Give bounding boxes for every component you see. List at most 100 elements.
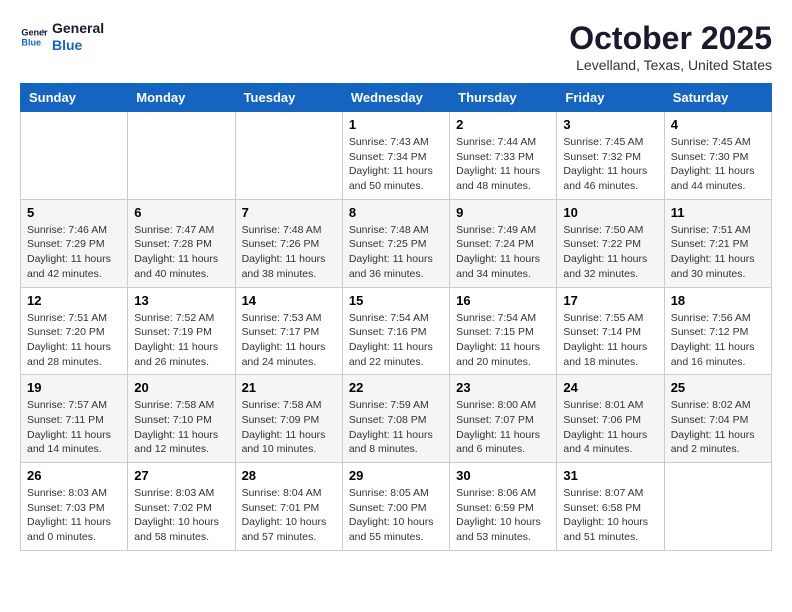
day-content: Sunrise: 7:49 AM Sunset: 7:24 PM Dayligh…	[456, 223, 550, 282]
day-number: 7	[242, 205, 336, 220]
calendar-cell: 5Sunrise: 7:46 AM Sunset: 7:29 PM Daylig…	[21, 199, 128, 287]
day-number: 25	[671, 380, 765, 395]
calendar-cell: 22Sunrise: 7:59 AM Sunset: 7:08 PM Dayli…	[342, 375, 449, 463]
svg-text:Blue: Blue	[21, 37, 41, 47]
day-number: 15	[349, 293, 443, 308]
day-content: Sunrise: 7:48 AM Sunset: 7:25 PM Dayligh…	[349, 223, 443, 282]
calendar-cell: 30Sunrise: 8:06 AM Sunset: 6:59 PM Dayli…	[450, 463, 557, 551]
day-content: Sunrise: 7:55 AM Sunset: 7:14 PM Dayligh…	[563, 311, 657, 370]
calendar-cell: 31 Sunrise: 8:07 AM Sunset: 6:58 PM Dayli…	[557, 463, 664, 551]
day-content: Sunrise: 7:45 AM Sunset: 7:32 PM Dayligh…	[563, 135, 657, 194]
calendar-cell: 3 Sunrise: 7:45 AM Sunset: 7:32 PM Daylig…	[557, 112, 664, 200]
day-content: Sunrise: 8:05 AM Sunset: 7:00 PM Dayligh…	[349, 486, 443, 545]
day-content: Sunrise: 8:03 AM Sunset: 7:03 PM Dayligh…	[27, 486, 121, 545]
day-number: 31	[563, 468, 657, 483]
day-number: 11	[671, 205, 765, 220]
calendar-cell: 26 Sunrise: 8:03 AM Sunset: 7:03 PM Dayli…	[21, 463, 128, 551]
calendar-cell: 16 Sunrise: 7:54 AM Sunset: 7:15 PM Dayli…	[450, 287, 557, 375]
day-number: 14	[242, 293, 336, 308]
day-content: Sunrise: 8:00 AM Sunset: 7:07 PM Dayligh…	[456, 398, 550, 457]
calendar-cell: 24 Sunrise: 8:01 AM Sunset: 7:06 PM Dayli…	[557, 375, 664, 463]
day-number: 28	[242, 468, 336, 483]
calendar-cell: 2 Sunrise: 7:44 AM Sunset: 7:33 PM Daylig…	[450, 112, 557, 200]
day-content: Sunrise: 8:03 AM Sunset: 7:02 PM Dayligh…	[134, 486, 228, 545]
calendar-week-row: 12 Sunrise: 7:51 AM Sunset: 7:20 PM Dayli…	[21, 287, 772, 375]
weekday-header: Sunday	[21, 84, 128, 112]
weekday-header: Monday	[128, 84, 235, 112]
svg-text:General: General	[21, 27, 48, 37]
calendar-cell: 15Sunrise: 7:54 AM Sunset: 7:16 PM Dayli…	[342, 287, 449, 375]
logo-icon: General Blue	[20, 23, 48, 51]
calendar-cell: 21 Sunrise: 7:58 AM Sunset: 7:09 PM Dayli…	[235, 375, 342, 463]
day-content: Sunrise: 7:44 AM Sunset: 7:33 PM Dayligh…	[456, 135, 550, 194]
calendar-table: SundayMondayTuesdayWednesdayThursdayFrid…	[20, 83, 772, 551]
day-content: Sunrise: 8:07 AM Sunset: 6:58 PM Dayligh…	[563, 486, 657, 545]
weekday-header: Saturday	[664, 84, 771, 112]
day-content: Sunrise: 7:47 AM Sunset: 7:28 PM Dayligh…	[134, 223, 228, 282]
calendar-week-row: 26 Sunrise: 8:03 AM Sunset: 7:03 PM Dayli…	[21, 463, 772, 551]
calendar-cell: 19 Sunrise: 7:57 AM Sunset: 7:11 PM Dayli…	[21, 375, 128, 463]
day-number: 23	[456, 380, 550, 395]
day-number: 13	[134, 293, 228, 308]
day-content: Sunrise: 7:46 AM Sunset: 7:29 PM Dayligh…	[27, 223, 121, 282]
location: Levelland, Texas, United States	[569, 57, 772, 73]
day-number: 3	[563, 117, 657, 132]
calendar-cell: 4Sunrise: 7:45 AM Sunset: 7:30 PM Daylig…	[664, 112, 771, 200]
day-content: Sunrise: 7:56 AM Sunset: 7:12 PM Dayligh…	[671, 311, 765, 370]
calendar-cell: 29Sunrise: 8:05 AM Sunset: 7:00 PM Dayli…	[342, 463, 449, 551]
calendar-cell: 13 Sunrise: 7:52 AM Sunset: 7:19 PM Dayli…	[128, 287, 235, 375]
day-content: Sunrise: 7:51 AM Sunset: 7:21 PM Dayligh…	[671, 223, 765, 282]
calendar-cell: 27Sunrise: 8:03 AM Sunset: 7:02 PM Dayli…	[128, 463, 235, 551]
day-content: Sunrise: 7:53 AM Sunset: 7:17 PM Dayligh…	[242, 311, 336, 370]
day-number: 22	[349, 380, 443, 395]
weekday-header: Tuesday	[235, 84, 342, 112]
day-number: 26	[27, 468, 121, 483]
logo-line2: Blue	[52, 37, 104, 54]
calendar-cell: 18Sunrise: 7:56 AM Sunset: 7:12 PM Dayli…	[664, 287, 771, 375]
day-number: 2	[456, 117, 550, 132]
month-title: October 2025	[569, 20, 772, 57]
day-number: 20	[134, 380, 228, 395]
calendar-cell	[21, 112, 128, 200]
calendar-cell: 20 Sunrise: 7:58 AM Sunset: 7:10 PM Dayli…	[128, 375, 235, 463]
logo-line1: General	[52, 20, 104, 37]
day-number: 6	[134, 205, 228, 220]
day-number: 16	[456, 293, 550, 308]
day-content: Sunrise: 8:04 AM Sunset: 7:01 PM Dayligh…	[242, 486, 336, 545]
day-content: Sunrise: 7:57 AM Sunset: 7:11 PM Dayligh…	[27, 398, 121, 457]
day-number: 19	[27, 380, 121, 395]
weekday-header-row: SundayMondayTuesdayWednesdayThursdayFrid…	[21, 84, 772, 112]
day-content: Sunrise: 8:01 AM Sunset: 7:06 PM Dayligh…	[563, 398, 657, 457]
calendar-cell	[235, 112, 342, 200]
calendar-cell: 14 Sunrise: 7:53 AM Sunset: 7:17 PM Dayli…	[235, 287, 342, 375]
day-content: Sunrise: 7:58 AM Sunset: 7:10 PM Dayligh…	[134, 398, 228, 457]
day-number: 1	[349, 117, 443, 132]
calendar-cell	[664, 463, 771, 551]
calendar-cell: 25Sunrise: 8:02 AM Sunset: 7:04 PM Dayli…	[664, 375, 771, 463]
calendar-week-row: 19 Sunrise: 7:57 AM Sunset: 7:11 PM Dayli…	[21, 375, 772, 463]
day-content: Sunrise: 7:54 AM Sunset: 7:15 PM Dayligh…	[456, 311, 550, 370]
calendar-cell: 23 Sunrise: 8:00 AM Sunset: 7:07 PM Dayli…	[450, 375, 557, 463]
weekday-header: Wednesday	[342, 84, 449, 112]
calendar-cell: 11 Sunrise: 7:51 AM Sunset: 7:21 PM Dayli…	[664, 199, 771, 287]
day-content: Sunrise: 7:45 AM Sunset: 7:30 PM Dayligh…	[671, 135, 765, 194]
day-content: Sunrise: 7:51 AM Sunset: 7:20 PM Dayligh…	[27, 311, 121, 370]
calendar-week-row: 5Sunrise: 7:46 AM Sunset: 7:29 PM Daylig…	[21, 199, 772, 287]
calendar-cell: 9Sunrise: 7:49 AM Sunset: 7:24 PM Daylig…	[450, 199, 557, 287]
day-content: Sunrise: 7:43 AM Sunset: 7:34 PM Dayligh…	[349, 135, 443, 194]
calendar-week-row: 1 Sunrise: 7:43 AM Sunset: 7:34 PM Daylig…	[21, 112, 772, 200]
day-content: Sunrise: 7:52 AM Sunset: 7:19 PM Dayligh…	[134, 311, 228, 370]
calendar-cell: 1 Sunrise: 7:43 AM Sunset: 7:34 PM Daylig…	[342, 112, 449, 200]
day-number: 21	[242, 380, 336, 395]
calendar-cell: 10Sunrise: 7:50 AM Sunset: 7:22 PM Dayli…	[557, 199, 664, 287]
day-number: 24	[563, 380, 657, 395]
day-number: 12	[27, 293, 121, 308]
day-number: 17	[563, 293, 657, 308]
day-content: Sunrise: 7:50 AM Sunset: 7:22 PM Dayligh…	[563, 223, 657, 282]
calendar-cell: 8Sunrise: 7:48 AM Sunset: 7:25 PM Daylig…	[342, 199, 449, 287]
day-content: Sunrise: 8:06 AM Sunset: 6:59 PM Dayligh…	[456, 486, 550, 545]
calendar-cell: 6 Sunrise: 7:47 AM Sunset: 7:28 PM Daylig…	[128, 199, 235, 287]
calendar-cell: 12 Sunrise: 7:51 AM Sunset: 7:20 PM Dayli…	[21, 287, 128, 375]
day-content: Sunrise: 7:58 AM Sunset: 7:09 PM Dayligh…	[242, 398, 336, 457]
calendar-cell: 17 Sunrise: 7:55 AM Sunset: 7:14 PM Dayli…	[557, 287, 664, 375]
